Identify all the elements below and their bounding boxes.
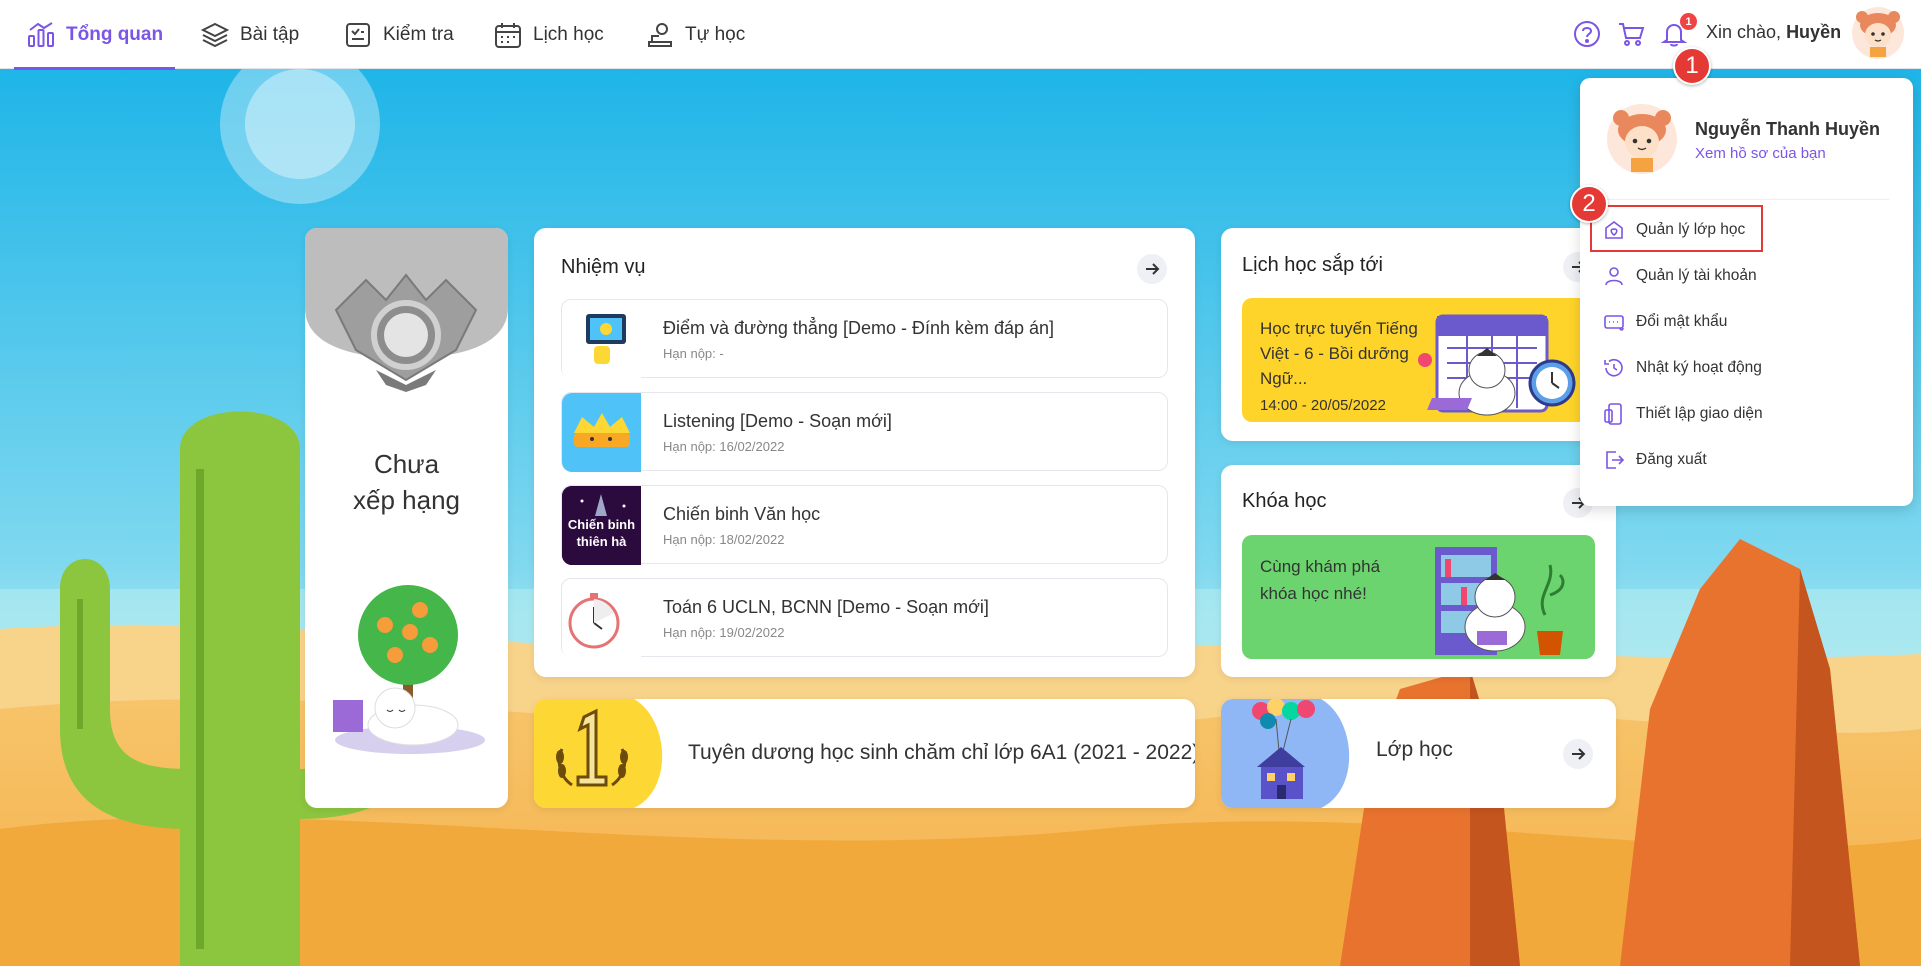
balloon-house-illustration <box>1221 699 1350 808</box>
nav-tu-hoc[interactable]: Tự học <box>645 0 745 69</box>
nav-lich-hoc[interactable]: Lịch học <box>493 0 604 69</box>
award-illustration <box>534 699 663 808</box>
menu-item-label: Đăng xuất <box>1636 451 1707 468</box>
rank-card[interactable]: Chưa xếp hạng <box>305 228 508 808</box>
task-thumbnail: Chiến binh thiên hà <box>562 486 641 565</box>
calendar-icon <box>495 22 521 48</box>
nav-label: Tự học <box>685 23 746 45</box>
nav-label: Tổng quan <box>66 23 164 45</box>
menu-item-label: Thiết lập giao diện <box>1636 405 1763 422</box>
task-thumbnail <box>562 300 641 379</box>
password-icon <box>1604 315 1624 331</box>
devices-icon <box>1604 403 1622 425</box>
menu-item-logout[interactable]: Đăng xuất <box>1602 445 1707 475</box>
menu-item-label: Quản lý tài khoản <box>1636 267 1757 284</box>
test-icon <box>346 22 370 47</box>
cart-icon <box>1619 23 1645 46</box>
user-icon <box>1605 267 1623 286</box>
view-profile-link[interactable]: Xem hồ sơ của bạn <box>1695 145 1826 162</box>
task-item[interactable]: Toán 6 UCLN, BCNN [Demo - Soạn mới] Hạn … <box>561 578 1168 658</box>
menu-item-interface-settings[interactable]: Thiết lập giao diện <box>1602 399 1763 429</box>
menu-item-account-management[interactable]: Quản lý tài khoản <box>1602 261 1757 291</box>
task-due-date: Hạn nộp: 16/02/2022 <box>663 439 785 454</box>
class-more-button[interactable] <box>1563 739 1593 769</box>
highlight-box-class-management <box>1590 205 1763 252</box>
task-name: Điểm và đường thẳng [Demo - Đính kèm đáp… <box>663 318 1055 338</box>
task-item[interactable]: Listening [Demo - Soạn mới] Hạn nộp: 16/… <box>561 392 1168 472</box>
menu-item-activity-log[interactable]: Nhật ký hoạt động <box>1602 353 1762 383</box>
greeting-prefix: Xin chào, <box>1706 22 1787 42</box>
menu-item-label: Nhật ký hoạt động <box>1636 359 1762 376</box>
avatar[interactable] <box>1852 7 1904 59</box>
top-navbar: Tổng quan Bài tập Kiểm tra Lịch học Tự h… <box>0 0 1921 70</box>
schedule-event[interactable]: Học trực tuyến Tiếng Việt - 6 - Bồi dưỡn… <box>1242 298 1595 422</box>
arrow-right-icon <box>1146 263 1160 275</box>
class-card[interactable]: Lớp học <box>1221 699 1616 808</box>
help-icon <box>1574 21 1600 47</box>
cart-button[interactable] <box>1614 17 1648 51</box>
notification-badge: 1 <box>1680 13 1697 30</box>
task-item[interactable]: Điểm và đường thẳng [Demo - Đính kèm đáp… <box>561 299 1168 379</box>
nav-tong-quan[interactable]: Tổng quan <box>13 0 176 70</box>
courses-banner-text: Cùng khám phá khóa học nhé! <box>1260 557 1381 603</box>
courses-title: Khóa học <box>1242 490 1327 512</box>
nav-bai-tap[interactable]: Bài tập <box>200 0 299 69</box>
task-name: Chiến binh Văn học <box>663 504 821 524</box>
schedule-title: Lịch học sắp tới <box>1242 254 1383 276</box>
rank-line-2: xếp hạng <box>353 485 460 515</box>
nav-label: Bài tập <box>240 23 300 45</box>
task-due-date: Hạn nộp: 18/02/2022 <box>663 532 785 547</box>
nav-label: Lịch học <box>533 23 604 45</box>
nav-kiem-tra[interactable]: Kiểm tra <box>343 0 454 69</box>
greeting-name: Huyền <box>1786 22 1842 42</box>
task-name: Listening [Demo - Soạn mới] <box>663 411 892 431</box>
task-item[interactable]: Chiến binh thiên hà Chiến binh Văn học H… <box>561 485 1168 565</box>
dropdown-avatar <box>1607 104 1677 174</box>
thumb-caption: Chiến binh thiên hà <box>567 517 636 549</box>
help-button[interactable] <box>1570 17 1604 51</box>
calendar-cat-illustration <box>1418 314 1576 416</box>
task-due-date: Hạn nộp: - <box>663 346 724 361</box>
user-dropdown-menu: Nguyễn Thanh Huyền Xem hồ sơ của bạn Quả… <box>1580 78 1913 506</box>
award-card[interactable]: Tuyên dương học sinh chăm chỉ lớp 6A1 (2… <box>534 699 1195 808</box>
schedule-card: Lịch học sắp tới Học trực tuyến Tiếng Vi… <box>1221 228 1616 441</box>
step-marker-2: 2 <box>1570 185 1608 223</box>
step-marker-1: 1 <box>1673 47 1711 85</box>
rank-line-1: Chưa <box>373 449 440 479</box>
history-icon <box>1604 358 1623 377</box>
class-title: Lớp học <box>1376 738 1453 761</box>
tree-cat-illustration <box>333 585 485 754</box>
bookshelf-cat-illustration <box>1435 547 1565 655</box>
task-due-date: Hạn nộp: 19/02/2022 <box>663 625 785 640</box>
arrow-right-icon <box>1572 748 1586 760</box>
dropdown-user-name: Nguyễn Thanh Huyền <box>1695 119 1881 139</box>
courses-card: Khóa học Cùng khám phá khóa học nhé! <box>1221 465 1616 677</box>
nav-label: Kiểm tra <box>383 23 454 45</box>
rank-status: Chưa xếp hạng <box>305 446 508 518</box>
schedule-event-title: Học trực tuyến Tiếng Việt - 6 - Bồi dưỡn… <box>1260 319 1418 388</box>
schedule-event-time: 14:00 - 20/05/2022 <box>1260 397 1386 414</box>
courses-banner[interactable]: Cùng khám phá khóa học nhé! <box>1242 535 1595 659</box>
task-thumbnail <box>562 393 641 472</box>
logout-icon <box>1606 451 1625 469</box>
chart-icon <box>28 21 54 47</box>
award-title: Tuyên dương học sinh chăm chỉ lớp 6A1 (2… <box>688 741 1195 764</box>
dropdown-divider <box>1604 199 1889 200</box>
tasks-title: Nhiệm vụ <box>561 256 646 278</box>
layers-icon <box>200 22 230 47</box>
user-greeting[interactable]: Xin chào, Huyền <box>1706 22 1841 43</box>
self-study-icon <box>648 22 672 47</box>
menu-item-label: Đổi mật khẩu <box>1636 313 1728 330</box>
task-name: Toán 6 UCLN, BCNN [Demo - Soạn mới] <box>663 597 989 617</box>
tasks-card: Nhiệm vụ Điểm và đường thẳng [Demo - Đín… <box>534 228 1195 677</box>
task-thumbnail <box>562 579 641 658</box>
menu-item-change-password[interactable]: Đổi mật khẩu <box>1602 307 1727 337</box>
tasks-more-button[interactable] <box>1137 254 1167 284</box>
